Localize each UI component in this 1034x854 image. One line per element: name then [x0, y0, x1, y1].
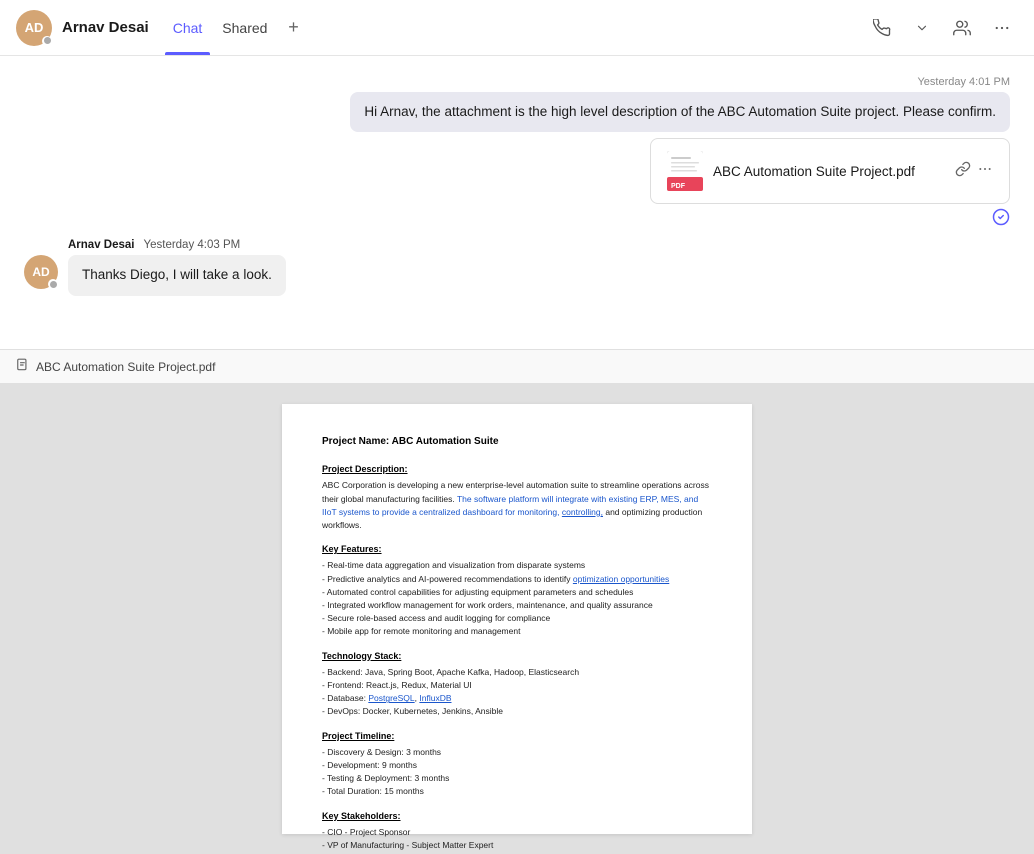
people-icon	[952, 19, 972, 37]
list-item: Predictive analytics and AI-powered reco…	[322, 573, 712, 586]
phone-button[interactable]	[866, 12, 898, 44]
list-item: Testing & Deployment: 3 months	[322, 772, 712, 785]
attachment-more-icon[interactable]	[977, 161, 993, 181]
list-item: Discovery & Design: 3 months	[322, 746, 712, 759]
list-item: DevOps: Docker, Kubernetes, Jenkins, Ans…	[322, 705, 712, 718]
attachment-card[interactable]: PDF ABC Automation Suite Project.pdf	[650, 138, 1010, 204]
incoming-message-row: AD Arnav Desai Yesterday 4:03 PM Thanks …	[24, 239, 1010, 295]
list-item: Total Duration: 15 months	[322, 785, 712, 798]
pdf-stakeholders-title: Key Stakeholders:	[322, 809, 712, 823]
outgoing-bubble: Hi Arnav, the attachment is the high lev…	[350, 92, 1010, 132]
avatar[interactable]: AD	[16, 10, 52, 46]
more-options-icon	[993, 19, 1011, 37]
incoming-meta: Arnav Desai Yesterday 4:03 PM	[68, 239, 286, 251]
pdf-description-title: Project Description:	[322, 462, 712, 476]
pdf-stakeholders-list: CIO - Project Sponsor VP of Manufacturin…	[322, 826, 712, 854]
list-item: Database: PostgreSQL, InfluxDB	[322, 692, 712, 705]
pdf-timeline-list: Discovery & Design: 3 months Development…	[322, 746, 712, 799]
pdf-page-content: Project Name: ABC Automation Suite Proje…	[282, 404, 752, 834]
pdf-header-file-icon	[16, 358, 30, 375]
pdf-features-list: Real-time data aggregation and visualiza…	[322, 559, 712, 638]
list-item: Backend: Java, Spring Boot, Apache Kafka…	[322, 666, 712, 679]
incoming-avatar-status	[48, 279, 58, 289]
header-tabs: Chat Shared +	[165, 0, 308, 55]
pdf-header-bar: ABC Automation Suite Project.pdf	[0, 350, 1034, 384]
contact-name: Arnav Desai	[62, 19, 149, 36]
attachment-filename: ABC Automation Suite Project.pdf	[713, 164, 945, 179]
list-item: Frontend: React.js, Redux, Material UI	[322, 679, 712, 692]
link-icon[interactable]	[955, 161, 971, 181]
chevron-down-icon	[915, 21, 929, 35]
outgoing-timestamp: Yesterday 4:01 PM	[917, 76, 1010, 88]
pdf-description-body: ABC Corporation is developing a new ente…	[322, 479, 712, 532]
check-circle-icon	[992, 208, 1010, 231]
outgoing-message-row: Yesterday 4:01 PM Hi Arnav, the attachme…	[24, 76, 1010, 231]
list-item: Integrated workflow management for work …	[322, 599, 712, 612]
pdf-viewer[interactable]: Project Name: ABC Automation Suite Proje…	[0, 384, 1034, 854]
pdf-file-icon: PDF	[667, 151, 703, 191]
pdf-project-name: Project Name: ABC Automation Suite	[322, 434, 712, 450]
more-options-button[interactable]	[986, 12, 1018, 44]
tab-chat[interactable]: Chat	[165, 0, 211, 55]
list-item: VP of Manufacturing - Subject Matter Exp…	[322, 839, 712, 852]
read-indicator	[992, 208, 1010, 231]
phone-icon	[873, 19, 891, 37]
svg-text:PDF: PDF	[671, 183, 686, 190]
list-item: Real-time data aggregation and visualiza…	[322, 559, 712, 572]
list-item: Automated control capabilities for adjus…	[322, 586, 712, 599]
pdf-header-filename: ABC Automation Suite Project.pdf	[36, 360, 215, 374]
avatar-status	[42, 36, 52, 46]
attachment-actions	[955, 161, 993, 181]
header: AD Arnav Desai Chat Shared +	[0, 0, 1034, 56]
pdf-features-title: Key Features:	[322, 542, 712, 556]
chat-area: Yesterday 4:01 PM Hi Arnav, the attachme…	[0, 56, 1034, 349]
pdf-tech-list: Backend: Java, Spring Boot, Apache Kafka…	[322, 666, 712, 719]
people-button[interactable]	[946, 12, 978, 44]
header-actions	[866, 12, 1018, 44]
pdf-tech-title: Technology Stack:	[322, 649, 712, 663]
pdf-timeline-title: Project Timeline:	[322, 729, 712, 743]
incoming-avatar: AD	[24, 255, 58, 289]
list-item: CIO - Project Sponsor	[322, 826, 712, 839]
incoming-message-content: Arnav Desai Yesterday 4:03 PM Thanks Die…	[68, 239, 286, 295]
tab-shared[interactable]: Shared	[214, 0, 275, 55]
list-item: Mobile app for remote monitoring and man…	[322, 625, 712, 638]
chevron-down-button[interactable]	[906, 12, 938, 44]
list-item: Development: 9 months	[322, 759, 712, 772]
incoming-bubble: Thanks Diego, I will take a look.	[68, 255, 286, 295]
add-tab-button[interactable]: +	[279, 14, 307, 42]
list-item: Secure role-based access and audit loggi…	[322, 612, 712, 625]
pdf-section: ABC Automation Suite Project.pdf Project…	[0, 349, 1034, 854]
